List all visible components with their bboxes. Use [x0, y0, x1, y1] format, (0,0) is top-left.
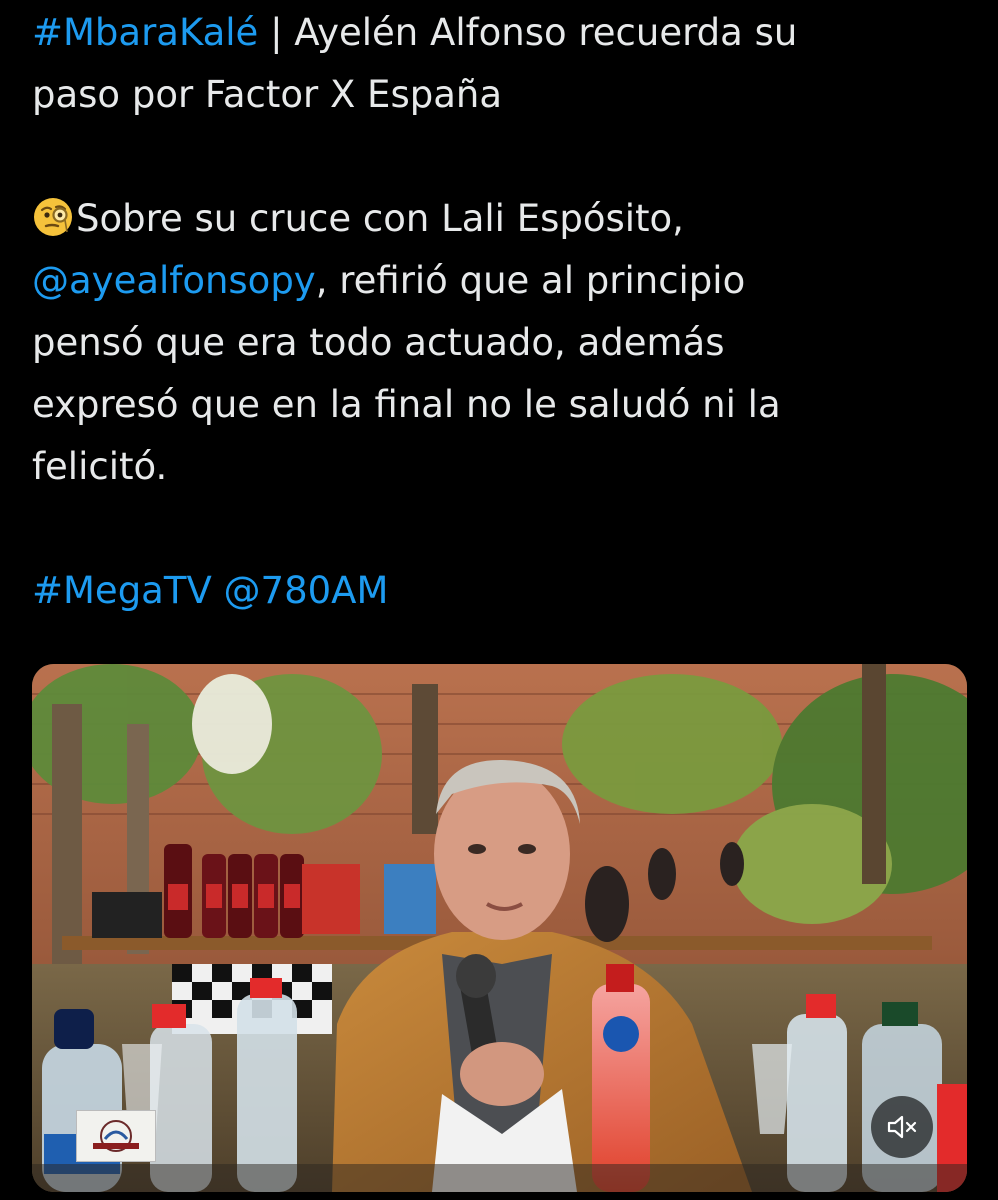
tweet-title-line-1: #MbaraKalé | Ayelén Alfonso recuerda su — [32, 2, 972, 64]
tweet-paragraph-line-4: expresó que en la final no le saludó ni … — [32, 383, 781, 426]
video-player[interactable] — [32, 664, 967, 1192]
channel-logo — [76, 1110, 156, 1162]
tweet-paragraph-line-2: @ayealfonsopy, refirió que al principio — [32, 250, 972, 312]
mute-button[interactable] — [871, 1096, 933, 1158]
mention-780am-link[interactable]: @780AM — [224, 569, 389, 612]
tag-space — [212, 569, 224, 612]
tweet-tags-line: #MegaTV @780AM — [32, 560, 972, 622]
tweet-paragraph-line-1: Sobre su cruce con Lali Espósito, — [32, 188, 972, 250]
face-with-monocle-icon — [32, 195, 74, 237]
tweet-paragraph-line-5: felicitó. — [32, 445, 168, 488]
hashtag-mbarakale-link[interactable]: #MbaraKalé — [32, 11, 258, 54]
paragraph-text-2: , refirió que al principio — [315, 259, 746, 302]
mention-ayealfonsopy-link[interactable]: @ayealfonsopy — [32, 259, 316, 302]
tweet-text: #MbaraKalé | Ayelén Alfonso recuerda su … — [32, 2, 972, 622]
tweet-title-text: | Ayelén Alfonso recuerda su — [258, 11, 798, 54]
tweet-paragraph-line-3: pensó que era todo actuado, además — [32, 321, 725, 364]
hashtag-megatv-link[interactable]: #MegaTV — [32, 569, 212, 612]
video-frame — [32, 664, 967, 1192]
tweet-title-line-2: paso por Factor X España — [32, 73, 502, 116]
paragraph-text-1: Sobre su cruce con Lali Espósito, — [76, 197, 684, 240]
speaker-muted-icon — [887, 1115, 917, 1139]
